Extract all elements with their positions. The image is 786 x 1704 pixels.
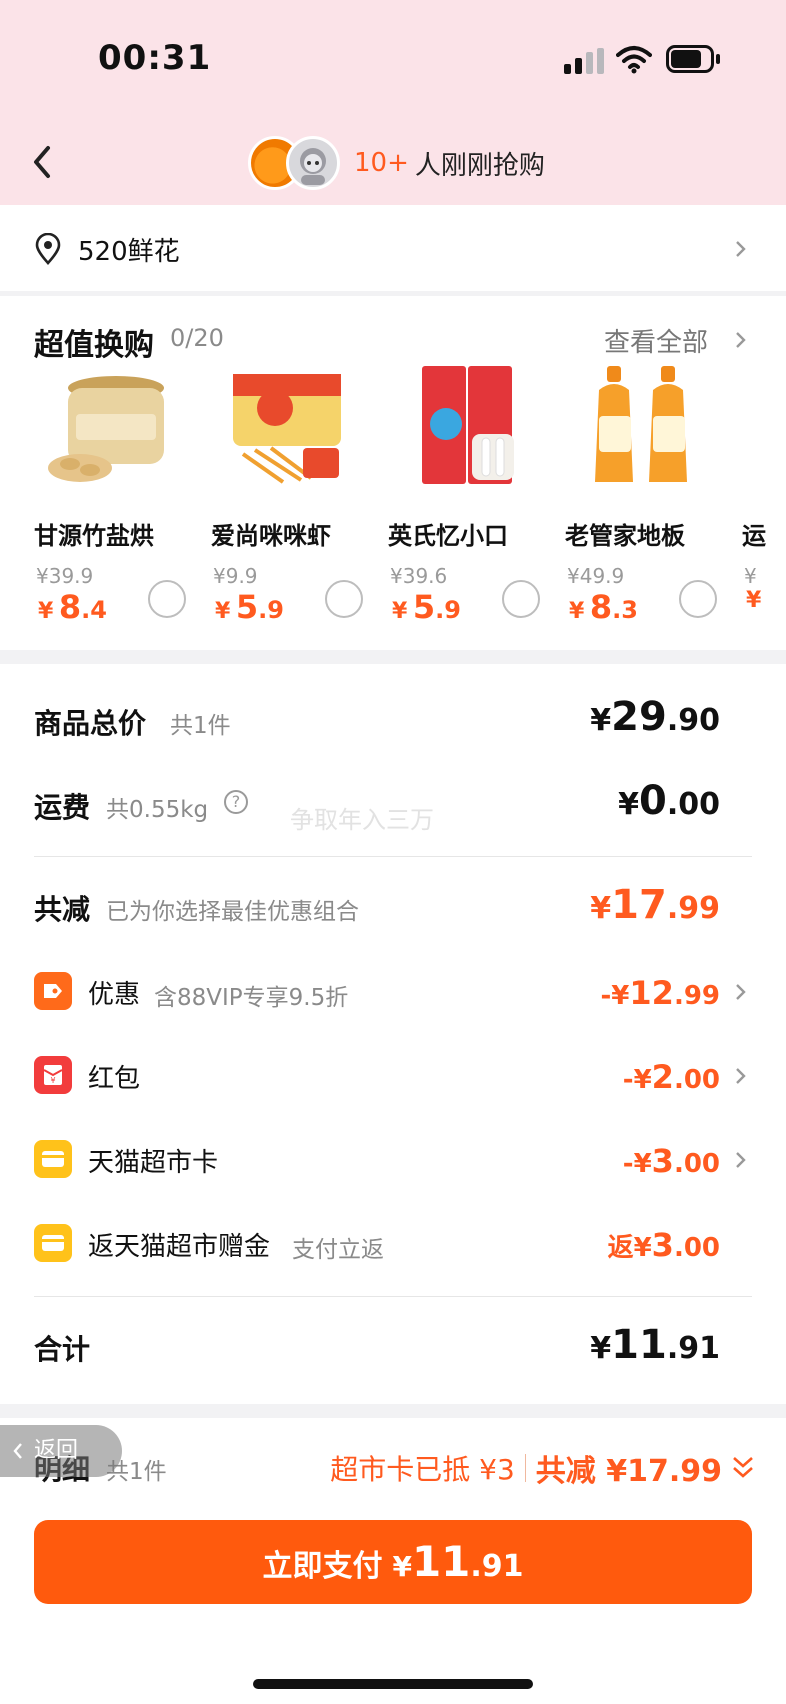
discount-label: 返天猫超市赠金 xyxy=(88,1232,271,1262)
address-row[interactable]: 520鲜花 xyxy=(0,205,786,291)
product-name: 运 xyxy=(742,522,766,550)
discount-label: 优惠 xyxy=(88,980,141,1010)
address-name: 520鲜花 xyxy=(78,237,180,267)
discount-label: 红包 xyxy=(88,1064,141,1094)
help-icon[interactable]: ? xyxy=(224,790,248,814)
product-name: 英氏忆小口 xyxy=(388,522,508,550)
swap-product-card[interactable]: 老管家地板 ¥49.9 ¥ 8.3 xyxy=(565,356,741,646)
total-reduce-amount: ¥17.99 xyxy=(590,882,720,928)
dha-fishsticks-icon xyxy=(422,366,514,484)
chevron-right-icon xyxy=(736,984,746,1000)
double-chevron-down-icon xyxy=(733,1457,753,1478)
avatar xyxy=(286,136,340,190)
chevron-left-icon xyxy=(13,1443,22,1459)
svg-text:¥: ¥ xyxy=(50,1076,55,1085)
shipping-amount: ¥0.00 xyxy=(618,778,720,824)
goods-count: 共1件 xyxy=(170,713,231,739)
grand-total-amount: ¥11.91 xyxy=(590,1322,720,1368)
view-all-link[interactable]: 查看全部 xyxy=(604,322,708,359)
product-name: 甘源竹盐烘 xyxy=(34,522,154,550)
battery-icon xyxy=(666,45,720,73)
tmall-card-icon xyxy=(34,1140,72,1178)
pay-label: 立即支付 xyxy=(262,1549,383,1584)
floor-cleaner-icon xyxy=(595,366,687,482)
discount-label: 天猫超市卡 xyxy=(88,1148,219,1178)
select-radio[interactable] xyxy=(679,580,717,618)
swap-count: 0/20 xyxy=(170,324,224,352)
home-indicator[interactable] xyxy=(253,1679,533,1689)
coupon-tag-icon xyxy=(34,972,72,1010)
swap-price: ¥ 5.9 xyxy=(392,588,461,626)
original-price: ¥49.9 xyxy=(567,564,625,588)
swap-price: ¥ 8.3 xyxy=(569,588,638,626)
footer-discount-summary[interactable]: 超市卡已抵 ¥3 共减 ¥17.99 xyxy=(330,1446,756,1490)
shipping-weight: 共0.55kg xyxy=(106,797,209,823)
chevron-right-icon xyxy=(736,1068,746,1084)
tmall-gift-icon xyxy=(34,1224,72,1262)
discount-detail: 含88VIP专享9.5折 xyxy=(154,985,349,1011)
shipping-label: 运费 xyxy=(34,791,91,824)
swap-product-card[interactable]: 英氏忆小口 ¥39.6 ¥ 5.9 xyxy=(388,356,564,646)
swap-product-card[interactable]: 甘源竹盐烘 ¥39.9 ¥ 8.4 xyxy=(34,356,210,646)
discount-amount: -¥3.00 xyxy=(622,1142,720,1180)
cellular-signal-icon xyxy=(564,48,604,74)
divider xyxy=(34,1296,752,1297)
back-pill-button[interactable]: 返回 xyxy=(0,1425,122,1477)
divider xyxy=(34,856,752,857)
original-price: ¥39.9 xyxy=(36,564,94,588)
status-time: 00:31 xyxy=(98,38,212,78)
grand-total-label: 合计 xyxy=(34,1333,91,1366)
goods-total-amount: ¥29.90 xyxy=(590,694,720,740)
chevron-right-icon[interactable] xyxy=(734,330,748,350)
chevron-right-icon xyxy=(736,241,746,257)
buyer-count: 10+ xyxy=(354,148,409,178)
value-swap-section: 超值换购 0/20 查看全部 甘源竹盐烘 ¥39.9 ¥ 8.4 爱尚咪咪虾 ¥… xyxy=(0,296,786,650)
discount-amount: 返¥3.00 xyxy=(607,1226,720,1264)
goods-total-label: 商品总价 xyxy=(34,707,147,740)
discount-detail: 支付立返 xyxy=(292,1237,384,1263)
chevron-right-icon xyxy=(736,1152,746,1168)
separator xyxy=(524,1454,526,1482)
select-radio[interactable] xyxy=(148,580,186,618)
shrimp-snack-icon xyxy=(233,374,341,484)
wifi-icon xyxy=(616,46,652,74)
swap-price: ¥ 5.9 xyxy=(215,588,284,626)
product-name: 老管家地板 xyxy=(565,522,685,550)
swap-price: ¥ xyxy=(746,588,762,613)
swap-price: ¥ 8.4 xyxy=(38,588,107,626)
original-price: ¥39.6 xyxy=(390,564,448,588)
peanut-jar-icon xyxy=(48,376,164,482)
pay-now-button[interactable]: 立即支付 ¥11.91 xyxy=(34,1520,752,1604)
select-radio[interactable] xyxy=(502,580,540,618)
best-combo-text: 已为你选择最佳优惠组合 xyxy=(106,899,359,925)
swap-product-card[interactable]: 爱尚咪咪虾 ¥9.9 ¥ 5.9 xyxy=(211,356,387,646)
select-radio[interactable] xyxy=(325,580,363,618)
discount-amount: -¥2.00 xyxy=(622,1058,720,1096)
back-arrow-icon[interactable] xyxy=(28,142,58,182)
buyer-text: 人刚刚抢购 xyxy=(414,150,545,181)
swap-product-card[interactable]: 运 ¥ ¥ xyxy=(742,356,786,646)
recent-buyers: 10+ 人刚刚抢购 xyxy=(248,135,545,191)
location-pin-icon xyxy=(35,233,61,265)
watermark-text: 争取年入三万 xyxy=(290,806,434,834)
card-offset-text: 超市卡已抵 ¥3 xyxy=(330,1453,515,1486)
total-reduce-label: 共减 xyxy=(34,893,91,926)
product-name: 爱尚咪咪虾 xyxy=(211,522,331,550)
price-summary: 商品总价 共1件 ¥29.90 运费 共0.55kg ? ¥0.00 共减 已为… xyxy=(0,664,786,1404)
red-packet-icon: ¥ xyxy=(34,1056,72,1094)
footer-total-reduce: 共减 ¥17.99 xyxy=(535,1454,722,1489)
discount-amount: -¥12.99 xyxy=(600,974,720,1012)
original-price: ¥9.9 xyxy=(213,564,258,588)
original-price: ¥ xyxy=(744,564,757,588)
back-pill-label: 返回 xyxy=(34,1438,79,1463)
